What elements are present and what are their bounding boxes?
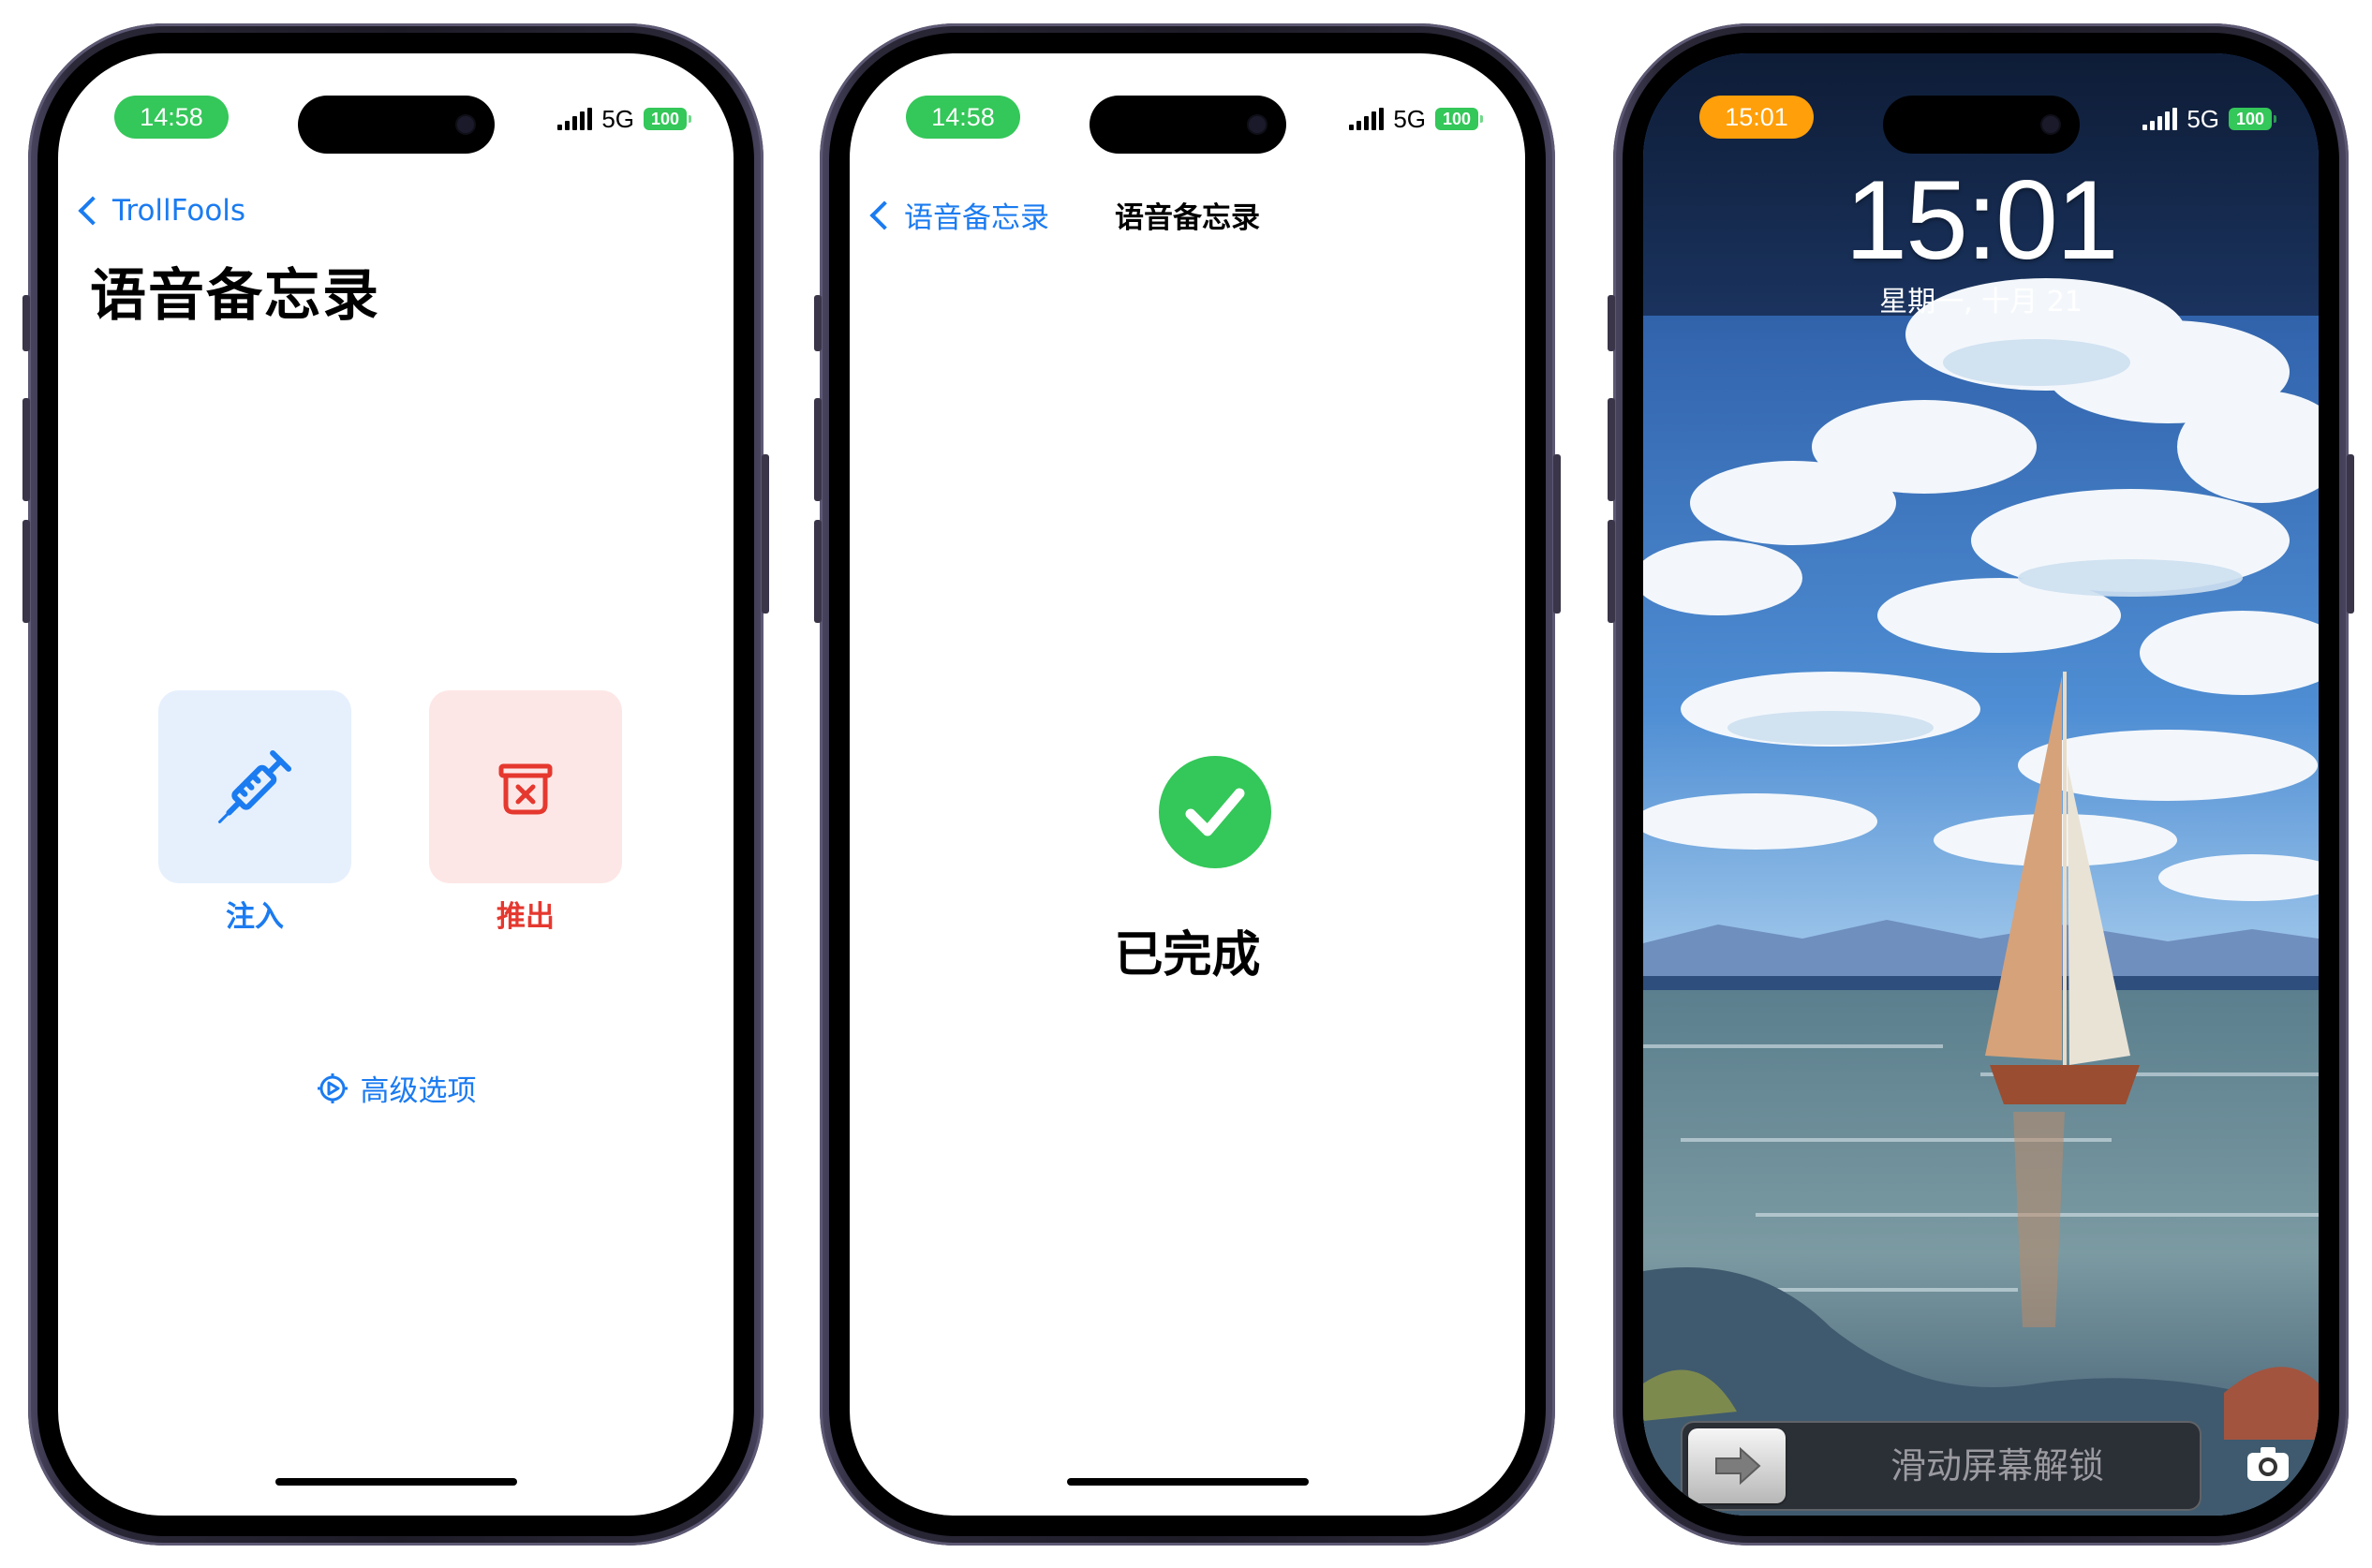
dynamic-island — [1089, 96, 1286, 154]
chevron-left-icon — [78, 196, 108, 226]
home-indicator[interactable] — [274, 1478, 517, 1486]
back-button[interactable]: TrollFools — [73, 194, 245, 228]
back-button-label: TrollFools — [112, 194, 246, 228]
camera-button[interactable] — [2240, 1436, 2296, 1492]
arrow-right-icon — [1715, 1446, 1761, 1486]
cellular-signal-icon — [557, 108, 593, 130]
nav-title: 语音备忘录 — [1115, 201, 1260, 235]
phone-1: 14:58 5G 100 TrollFools 语音备忘录 注入 推出 高级选项 — [22, 23, 769, 1546]
cellular-signal-icon — [1349, 108, 1385, 130]
navigation-bar: 语音备忘录 语音备忘录 — [850, 194, 1525, 241]
page-title: 语音备忘录 — [90, 263, 380, 329]
navigation-bar: TrollFools — [58, 194, 734, 241]
eject-label: 推出 — [497, 900, 555, 934]
lock-date: 星期一, 十月 21 — [1879, 286, 2083, 318]
network-type: 5G — [601, 104, 634, 133]
status-time: 14:58 — [114, 96, 229, 139]
eject-button[interactable] — [429, 690, 622, 883]
eject-box-icon — [498, 763, 553, 815]
status-bar-right: 5G 100 — [1349, 104, 1483, 133]
inject-label: 注入 — [226, 900, 284, 934]
network-type: 5G — [1393, 104, 1426, 133]
lock-clock: 15:01 — [1845, 157, 2118, 283]
battery-icon: 100 — [1435, 108, 1483, 130]
home-indicator[interactable] — [1066, 1478, 1309, 1486]
status-time: 15:01 — [1699, 96, 1814, 139]
camera-icon — [2247, 1447, 2289, 1481]
app-screen: 14:58 5G 100 TrollFools 语音备忘录 注入 推出 高级选项 — [58, 53, 734, 1516]
app-screen: 14:58 5G 100 语音备忘录 语音备忘录 已完成 — [850, 53, 1525, 1516]
status-time: 14:58 — [906, 96, 1020, 139]
slide-to-unlock-label: 滑动屏幕解锁 — [1890, 1445, 2104, 1487]
cellular-signal-icon — [2142, 108, 2178, 130]
checkmark-circle-icon — [1159, 756, 1271, 868]
status-bar-right: 5G 100 — [557, 104, 691, 133]
dynamic-island — [297, 96, 495, 154]
network-type: 5G — [2187, 104, 2219, 133]
dynamic-island — [1882, 96, 2080, 154]
advanced-options-button[interactable]: 高级选项 — [58, 1067, 734, 1109]
battery-icon: 100 — [644, 108, 691, 130]
unlock-slider-knob[interactable] — [1688, 1428, 1786, 1503]
done-label: 已完成 — [1114, 927, 1261, 984]
status-bar-right: 5G 100 — [2142, 104, 2276, 133]
slide-to-unlock[interactable]: 滑动屏幕解锁 — [1681, 1421, 2202, 1511]
phone-3: 15:01 5G 100 15:01 星期一, 十月 21 滑动屏幕解锁 — [1608, 23, 2354, 1546]
gear-icon — [317, 1072, 348, 1103]
syringe-icon — [218, 749, 292, 823]
inject-button[interactable] — [158, 690, 351, 883]
advanced-options-label: 高级选项 — [360, 1074, 477, 1108]
battery-icon: 100 — [2229, 108, 2276, 130]
phone-2: 14:58 5G 100 语音备忘录 语音备忘录 已完成 — [814, 23, 1561, 1546]
lock-screen: 15:01 5G 100 15:01 星期一, 十月 21 滑动屏幕解锁 — [1643, 53, 2319, 1516]
